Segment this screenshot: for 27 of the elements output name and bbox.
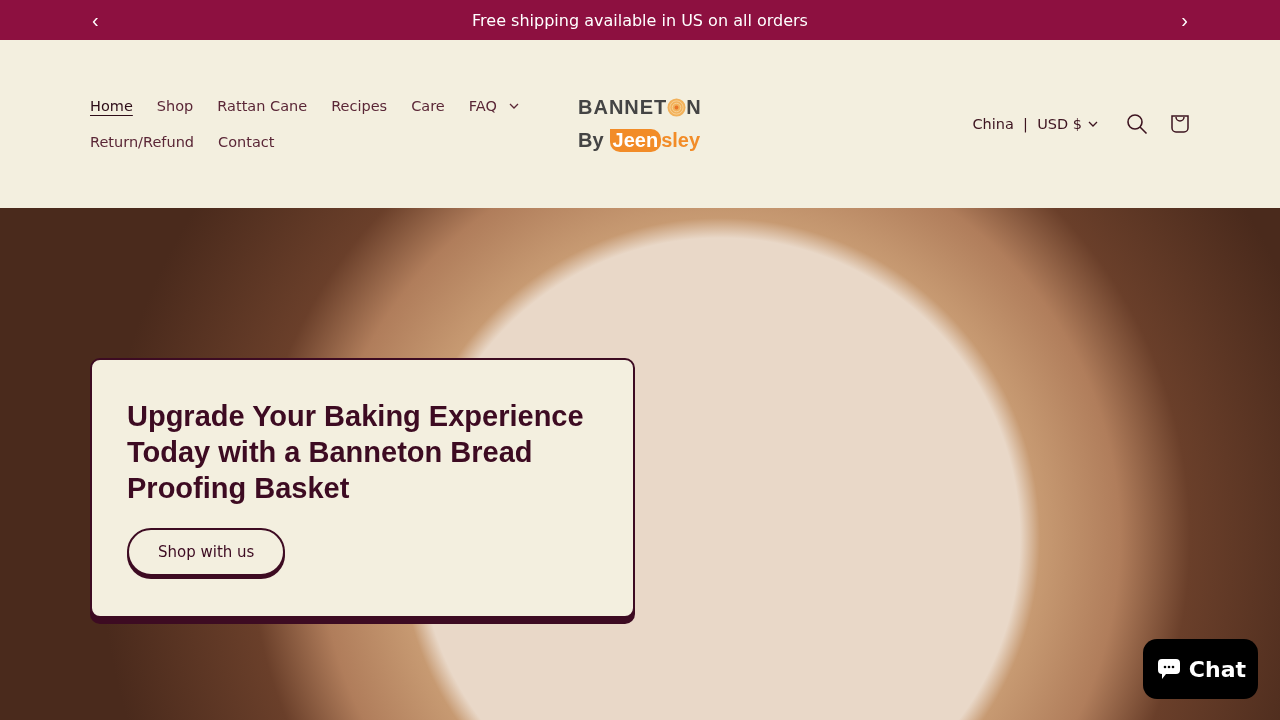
logo-text: N — [686, 96, 702, 119]
chat-bubble-icon — [1156, 658, 1181, 680]
nav-link[interactable]: Home — [90, 98, 133, 114]
logo-text: sley — [661, 129, 701, 152]
chat-button[interactable]: Chat — [1142, 639, 1258, 699]
nav-link[interactable]: Care — [411, 98, 445, 114]
previous-button[interactable]: ‹ — [88, 8, 103, 32]
target-icon — [667, 98, 687, 117]
cart-icon[interactable] — [1170, 114, 1190, 134]
country-currency-selector[interactable]: China | USD $ — [966, 115, 1104, 133]
logo-text: BANNET — [578, 96, 668, 119]
nav-dropdown[interactable]: FAQ — [468, 98, 519, 114]
hero-heading: Upgrade Your Baking Experience Today with a Banneton Bread Proofing Basket — [127, 399, 585, 506]
nav-link[interactable]: Recipes — [331, 98, 388, 114]
search-icon[interactable] — [1126, 113, 1148, 135]
shop-button[interactable]: Shop with us — [127, 528, 286, 576]
next-button[interactable]: › — [1177, 8, 1192, 32]
nav-link[interactable]: Contact — [218, 134, 275, 150]
store-logo[interactable]: BANNET N By Jeen sley — [578, 96, 702, 152]
nav-link[interactable]: Shop — [156, 98, 194, 114]
chevron-down-icon — [1088, 121, 1098, 127]
nav-link[interactable]: Return/Refund — [90, 134, 195, 150]
announcement-text: Free shipping available in US on all orders — [472, 10, 808, 30]
chevron-down-icon — [508, 103, 519, 109]
logo-text: By — [578, 129, 604, 152]
nav-link[interactable]: Rattan Cane — [217, 98, 308, 114]
logo-highlight: Jeen — [609, 129, 662, 152]
